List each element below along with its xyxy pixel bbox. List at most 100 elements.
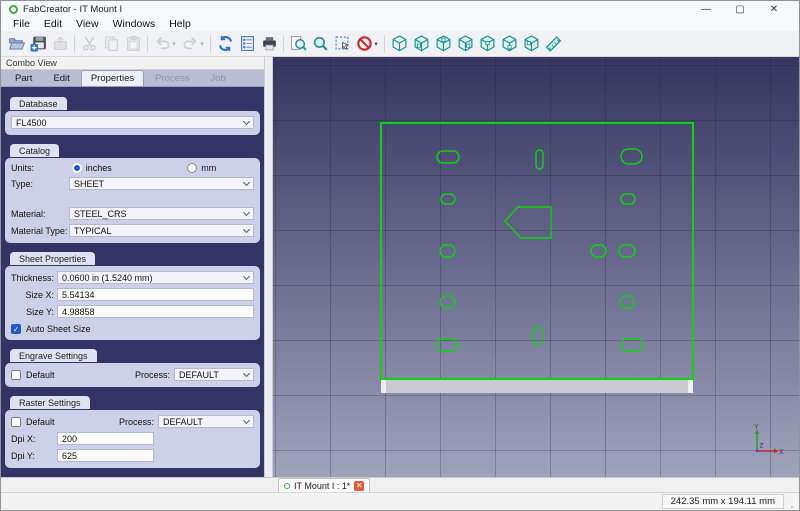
zoom-fit-icon[interactable] [287,33,309,55]
maximize-button[interactable]: ▢ [723,2,757,17]
combo-view-tabs: PartEditPropertiesProcessJob [1,70,264,87]
menu-file[interactable]: File [6,18,37,30]
view-rear-icon[interactable] [476,33,498,55]
sheet-hole[interactable] [621,194,635,204]
sheet-hole[interactable] [533,327,542,345]
properties-form: Database FL4500 Catalog [1,87,264,477]
sheet-hole[interactable] [591,245,606,257]
menu-view[interactable]: View [69,18,106,30]
tab-part[interactable]: Part [5,70,42,86]
dpi-x-label: Dpi X: [11,434,57,444]
engrave-default-label: Default [26,370,55,380]
material-label: Material: [11,209,69,219]
view-front-icon[interactable] [410,33,432,55]
job-list-icon[interactable] [236,33,258,55]
status-bar: 242.35 mm x 194.11 mm [1,492,799,510]
paste-icon [122,33,144,55]
view-bottom-icon[interactable] [498,33,520,55]
material-value: STEEL_CRS [74,209,127,219]
engrave-settings-group: Engrave Settings Default Process: DEFAUL… [5,346,260,387]
thickness-label: Thickness: [11,273,57,283]
type-select[interactable]: SHEET [69,177,254,190]
radio-inches[interactable]: inches [72,163,112,173]
raster-default-checkbox[interactable] [11,417,21,427]
toolbar-separator [74,35,75,53]
output-icon[interactable] [258,33,280,55]
engrave-process-value: DEFAULT [179,370,219,380]
engrave-default-checkbox[interactable] [11,370,21,380]
axis-triad: Y X Z [745,423,785,463]
menu-windows[interactable]: Windows [106,18,163,30]
menu-help[interactable]: Help [162,18,198,30]
chevron-down-icon [243,370,250,377]
title-bar: FabCreator - IT Mount I — ▢ ✕ [1,1,799,17]
view-axonometric-icon[interactable] [388,33,410,55]
sheet-hole[interactable] [440,245,455,257]
size-x-field[interactable] [57,288,254,301]
save-icon[interactable] [27,33,49,55]
auto-sheet-size-label: Auto Sheet Size [26,324,91,334]
box-select-icon[interactable] [331,33,353,55]
type-value: SHEET [74,179,104,189]
thickness-select[interactable]: 0.0600 in (1.5240 mm) [57,271,254,284]
sheet-hole[interactable] [621,149,642,164]
sheet-hole[interactable] [536,150,543,169]
close-button[interactable]: ✕ [757,2,791,17]
database-group: Database FL4500 [5,94,260,135]
size-y-field[interactable] [57,305,254,318]
sheet-outline[interactable] [381,123,693,379]
sheet-hole[interactable] [620,296,634,308]
sheet-drawing [273,57,799,477]
sheet-hole[interactable] [619,245,635,257]
document-close-icon[interactable]: ✕ [354,481,364,491]
tab-edit[interactable]: Edit [43,70,79,86]
document-tab-label: IT Mount I : 1* [294,481,350,491]
open-icon[interactable] [5,33,27,55]
raster-process-select[interactable]: DEFAULT [158,415,254,428]
size-x-label: Size X: [11,290,57,300]
toolbar-separator [210,35,211,53]
tab-properties[interactable]: Properties [81,70,144,86]
panel-splitter[interactable] [264,57,273,477]
sheet-hole[interactable] [437,151,459,163]
type-label: Type: [11,179,69,189]
zoom-icon[interactable] [309,33,331,55]
radio-button-icon [187,163,197,173]
engrave-process-label: Process: [135,370,170,380]
database-group-label: Database [10,97,67,110]
view-left-icon[interactable] [520,33,542,55]
axis-x-label: X [779,449,784,456]
engrave-process-select[interactable]: DEFAULT [174,368,254,381]
database-select[interactable]: FL4500 [11,116,254,129]
document-tab[interactable]: IT Mount I : 1* ✕ [278,478,370,492]
catalog-group: Catalog Units: inchesmm Type: SHEET [5,141,260,243]
engrave-settings-group-label: Engrave Settings [10,349,97,362]
radio-label: inches [86,163,112,173]
disable-icon[interactable]: ▾ [353,33,381,55]
sheet-hole[interactable] [620,339,644,351]
document-tab-bar: IT Mount I : 1* ✕ [1,477,799,492]
minimize-button[interactable]: — [689,2,723,17]
sheet-hole[interactable] [436,339,458,351]
dpi-x-field[interactable] [57,432,154,445]
sheet-hole[interactable] [440,296,455,308]
raster-process-label: Process: [119,417,154,427]
sheet-dimensions-readout: 242.35 mm x 194.11 mm [662,494,784,509]
sheet-pentagon-cutout[interactable] [505,207,551,238]
menu-edit[interactable]: Edit [37,18,69,30]
resize-grip-icon[interactable] [786,501,795,510]
material-select[interactable]: STEEL_CRS [69,207,254,220]
dpi-y-field[interactable] [57,449,154,462]
combo-view-panel: Combo View PartEditPropertiesProcessJob … [1,57,264,477]
measure-icon[interactable] [542,33,564,55]
radio-mm[interactable]: mm [187,163,216,173]
view-right-icon[interactable] [454,33,476,55]
units-label: Units: [11,163,34,173]
refresh-icon[interactable] [214,33,236,55]
view-top-icon[interactable] [432,33,454,55]
auto-sheet-size-checkbox[interactable]: ✓ [11,324,21,334]
viewport-3d[interactable]: Y X Z [273,57,799,477]
material-type-select[interactable]: TYPICAL [69,224,254,237]
export-icon [49,33,71,55]
sheet-hole[interactable] [441,194,455,204]
